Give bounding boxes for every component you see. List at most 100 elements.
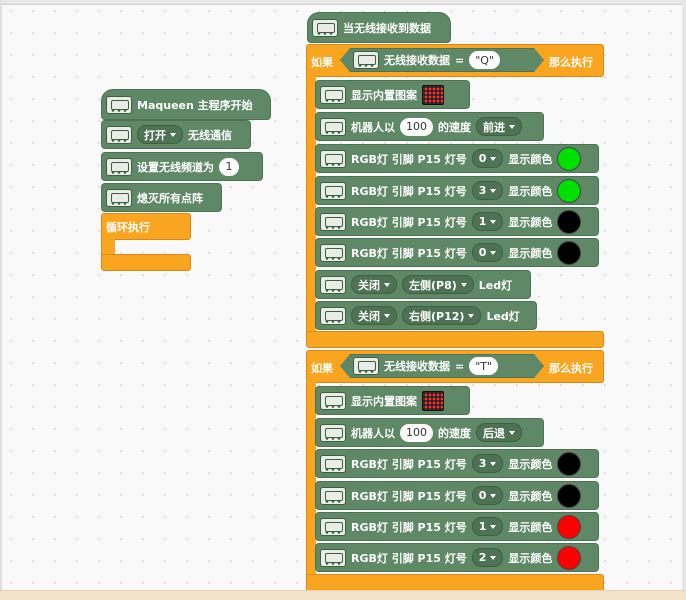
maqueen-robot-icon bbox=[106, 95, 132, 114]
led-side-value: 左侧(P8) bbox=[409, 278, 457, 292]
maqueen-robot-icon bbox=[320, 243, 346, 262]
color-picker[interactable] bbox=[557, 545, 582, 570]
rgb-light-block[interactable]: RGB灯 引脚 P15 灯号 3 显示颜色 bbox=[315, 449, 599, 478]
rgb-light-block[interactable]: RGB灯 引脚 P15 灯号 0 显示颜色 bbox=[315, 238, 599, 267]
maqueen-robot-icon bbox=[320, 454, 346, 473]
maqueen-robot-icon bbox=[320, 149, 346, 168]
motor-speed-block[interactable]: 机器人以 100 的速度 后退 bbox=[315, 418, 544, 447]
show-pattern-block[interactable]: 显示内置图案 bbox=[315, 80, 470, 109]
chevron-down-icon bbox=[509, 124, 515, 129]
led-state-dropdown[interactable]: 关闭 bbox=[351, 306, 397, 325]
light-number-dropdown[interactable]: 0 bbox=[471, 486, 504, 505]
led-state-dropdown[interactable]: 关闭 bbox=[351, 275, 397, 294]
color-picker[interactable] bbox=[557, 240, 582, 265]
maqueen-robot-icon bbox=[353, 51, 379, 69]
rgb-light-block[interactable]: RGB灯 引脚 P15 灯号 0 显示颜色 bbox=[315, 144, 599, 173]
rgb-label: RGB灯 引脚 P15 灯号 bbox=[351, 152, 467, 166]
compare-value-input[interactable]: "T" bbox=[469, 357, 498, 375]
led-light-block[interactable]: 关闭 左侧(P8) Led灯 bbox=[315, 270, 531, 299]
forever-label: 循环执行 bbox=[106, 221, 150, 234]
chevron-down-icon bbox=[490, 555, 497, 560]
condition-compare-2[interactable]: 无线接收数据 = "T" bbox=[340, 354, 544, 378]
direction-value: 前进 bbox=[483, 120, 505, 134]
radio-toggle-block[interactable]: 打开 无线通信 bbox=[101, 120, 251, 149]
light-number-dropdown[interactable]: 1 bbox=[471, 212, 504, 231]
led-matrix-pattern[interactable] bbox=[422, 84, 444, 105]
rgb-label: RGB灯 引脚 P15 灯号 bbox=[351, 184, 467, 198]
light-number-value: 0 bbox=[478, 246, 487, 259]
chevron-down-icon bbox=[509, 430, 515, 435]
light-number-dropdown[interactable]: 0 bbox=[471, 243, 504, 262]
light-number-dropdown[interactable]: 2 bbox=[471, 548, 504, 567]
speed-input[interactable]: 100 bbox=[400, 423, 433, 442]
equals-operator: = bbox=[455, 53, 465, 67]
radio-data-label: 无线接收数据 bbox=[384, 54, 450, 67]
forever-footer bbox=[101, 254, 191, 271]
show-color-label: 显示颜色 bbox=[508, 520, 553, 534]
then-label: 那么执行 bbox=[549, 56, 593, 69]
show-color-label: 显示颜色 bbox=[508, 457, 553, 471]
led-side-value: 右侧(P12) bbox=[409, 309, 465, 323]
color-picker[interactable] bbox=[557, 451, 582, 476]
clear-matrix-block[interactable]: 熄灭所有点阵 bbox=[101, 183, 222, 212]
speed-suffix: 的速度 bbox=[438, 426, 471, 440]
horizontal-scrollbar[interactable] bbox=[0, 590, 686, 600]
rgb-light-block[interactable]: RGB灯 引脚 P15 灯号 0 显示颜色 bbox=[315, 481, 599, 510]
direction-value: 后退 bbox=[483, 426, 505, 440]
direction-dropdown[interactable]: 前进 bbox=[476, 117, 522, 136]
channel-input[interactable]: 1 bbox=[219, 157, 239, 176]
show-color-label: 显示颜色 bbox=[508, 184, 553, 198]
chevron-down-icon bbox=[460, 282, 467, 287]
color-picker[interactable] bbox=[557, 483, 582, 508]
radio-state-dropdown[interactable]: 打开 bbox=[137, 125, 183, 144]
top-ruler bbox=[0, 0, 686, 5]
maqueen-start-block[interactable]: Maqueen 主程序开始 bbox=[101, 89, 271, 120]
maqueen-robot-icon bbox=[320, 423, 346, 442]
show-color-label: 显示颜色 bbox=[508, 152, 553, 166]
if-label: 如果 bbox=[311, 56, 333, 69]
rgb-light-block[interactable]: RGB灯 引脚 P15 灯号 3 显示颜色 bbox=[315, 176, 599, 205]
light-number-dropdown[interactable]: 1 bbox=[471, 517, 504, 536]
direction-dropdown[interactable]: 后退 bbox=[476, 423, 522, 442]
light-number-dropdown[interactable]: 3 bbox=[471, 454, 504, 473]
light-number-value: 0 bbox=[478, 489, 487, 502]
light-number-value: 0 bbox=[478, 152, 487, 165]
speed-input[interactable]: 100 bbox=[400, 117, 433, 136]
chevron-down-icon bbox=[384, 313, 390, 318]
color-picker[interactable] bbox=[557, 514, 582, 539]
motor-speed-block[interactable]: 机器人以 100 的速度 前进 bbox=[315, 112, 544, 141]
rgb-label: RGB灯 引脚 P15 灯号 bbox=[351, 489, 467, 503]
led-side-dropdown[interactable]: 右侧(P12) bbox=[402, 306, 482, 325]
radio-data-label: 无线接收数据 bbox=[384, 360, 450, 373]
maqueen-robot-icon bbox=[353, 357, 379, 375]
radio-state-value: 打开 bbox=[144, 128, 166, 142]
show-pattern-block[interactable]: 显示内置图案 bbox=[315, 386, 470, 415]
speed-prefix: 机器人以 bbox=[351, 120, 395, 134]
chevron-down-icon bbox=[170, 132, 176, 137]
rgb-light-block[interactable]: RGB灯 引脚 P15 灯号 1 显示颜色 bbox=[315, 512, 599, 541]
rgb-light-block[interactable]: RGB灯 引脚 P15 灯号 1 显示颜色 bbox=[315, 207, 599, 236]
rgb-light-block[interactable]: RGB灯 引脚 P15 灯号 2 显示颜色 bbox=[315, 543, 599, 572]
rgb-label: RGB灯 引脚 P15 灯号 bbox=[351, 520, 467, 534]
if-label: 如果 bbox=[311, 362, 333, 375]
set-channel-block[interactable]: 设置无线频道为 1 bbox=[101, 152, 263, 181]
led-light-block[interactable]: 关闭 右侧(P12) Led灯 bbox=[315, 301, 537, 330]
chevron-down-icon bbox=[490, 156, 497, 161]
led-suffix: Led灯 bbox=[478, 278, 513, 292]
maqueen-robot-icon bbox=[320, 517, 346, 536]
led-side-dropdown[interactable]: 左侧(P8) bbox=[402, 275, 474, 294]
color-picker[interactable] bbox=[557, 146, 582, 171]
show-pattern-label: 显示内置图案 bbox=[351, 394, 417, 408]
radio-received-event-block[interactable]: 当无线接收到数据 bbox=[307, 12, 451, 43]
color-picker[interactable] bbox=[557, 178, 582, 203]
then-label: 那么执行 bbox=[549, 362, 593, 375]
chevron-down-icon bbox=[490, 219, 497, 224]
light-number-dropdown[interactable]: 3 bbox=[471, 181, 504, 200]
maqueen-robot-icon bbox=[320, 117, 346, 136]
vertical-scrollbar[interactable] bbox=[682, 0, 686, 600]
light-number-dropdown[interactable]: 0 bbox=[471, 149, 504, 168]
color-picker[interactable] bbox=[557, 209, 582, 234]
condition-compare-1[interactable]: 无线接收数据 = "Q" bbox=[340, 48, 544, 72]
compare-value-input[interactable]: "Q" bbox=[469, 51, 500, 69]
led-matrix-pattern[interactable] bbox=[422, 390, 444, 411]
